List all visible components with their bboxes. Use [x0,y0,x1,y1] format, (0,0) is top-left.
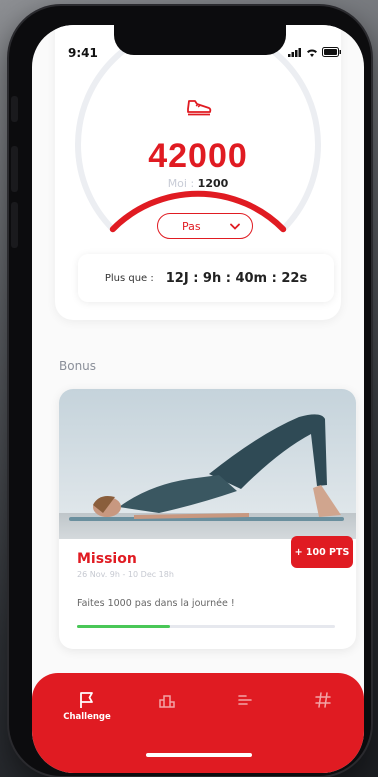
status-time: 9:41 [68,46,98,60]
my-progress: Moi : 1200 [55,177,341,190]
signal-icon [288,47,301,57]
nav-item-challenge[interactable]: Challenge [62,691,112,722]
mission-title: Mission [77,551,137,567]
moi-label: Moi : [167,177,195,190]
screen: 9:41 42000 Moi: 1200 Pas Plus que: 12J… [32,25,364,773]
mission-dates: 26 Nov. 9h - 10 Dec 18h [77,570,174,579]
metric-select-value: Pas [182,219,201,233]
status-icons [288,47,342,57]
home-indicator [146,753,252,757]
mission-progress-track [77,625,335,628]
mission-photo [59,389,356,539]
volume-down-button [11,202,18,248]
phone-frame: 9:41 42000 Moi: 1200 Pas Plus que: 12J… [9,6,371,776]
nav-item-list[interactable] [220,691,270,709]
nav-item-podium[interactable] [142,691,192,709]
mission-progress-fill [77,625,170,628]
metric-select[interactable]: Pas [157,213,253,239]
points-badge: + 100 PTS [291,536,353,568]
podium-icon [159,695,175,708]
moi-value: 1200 [197,177,229,190]
mission-card[interactable]: + 100 PTS Mission 26 Nov. 9h - 10 Dec 18… [59,389,356,649]
battery-icon [322,47,341,57]
notch [114,25,286,55]
chevron-down-icon [230,223,240,230]
mute-switch [11,96,18,122]
bonus-heading: Bonus [59,359,97,373]
hashtag-icon [315,692,331,708]
countdown-time: 12J : 9h : 40m : 22s [165,270,308,286]
countdown-label: Plus que : [104,272,154,284]
volume-up-button [11,146,18,192]
goal-card: 42000 Moi : 1200 Pas Plus que : 12J : 9h… [55,25,341,320]
wifi-icon [307,48,317,57]
countdown-box: Plus que : 12J : 9h : 40m : 22s [78,254,334,302]
list-icon [238,695,252,705]
mission-description: Faites 1000 pas dans la journée ! [77,598,235,609]
sneaker-icon [187,100,212,116]
flag-icon [80,692,93,708]
bottom-nav: Challenge [32,673,364,773]
nav-label-challenge: Challenge [63,712,111,722]
goal-value: 42000 [148,137,248,175]
nav-item-hashtag[interactable] [298,691,348,709]
